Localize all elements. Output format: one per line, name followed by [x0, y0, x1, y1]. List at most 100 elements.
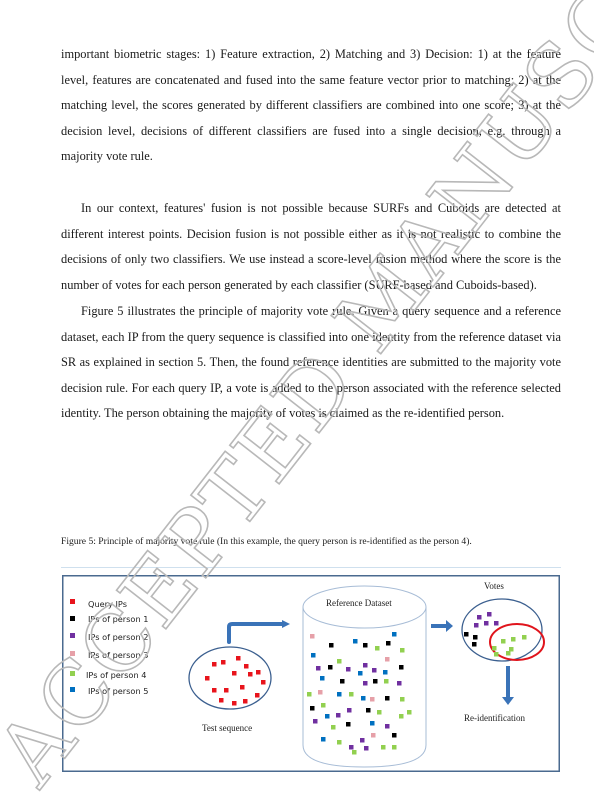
reference-ip-point: [373, 679, 378, 684]
vote-ip-point: [472, 642, 477, 647]
reference-ip-point: [349, 745, 354, 750]
reference-ip-point: [311, 653, 316, 658]
query-ip-point: [240, 685, 245, 690]
reference-ip-point: [370, 721, 375, 726]
reference-ip-point: [384, 679, 389, 684]
query-ip-point: [255, 693, 260, 698]
figure-caption: Figure 5: Principle of majority vote rul…: [61, 536, 472, 547]
reference-ip-point: [337, 659, 342, 664]
test-sequence-label: Test sequence: [202, 723, 252, 733]
reference-ip-point: [337, 740, 342, 745]
figure-majority-vote: Query IPs IPs of person 1 IPs of person …: [62, 575, 560, 772]
reference-ip-point: [337, 692, 342, 697]
paragraph-majority-vote: Figure 5 illustrates the principle of ma…: [61, 304, 561, 421]
reference-ip-point: [399, 714, 404, 719]
query-ip-point: [244, 664, 249, 669]
reidentification-label: Re-identification: [464, 713, 525, 723]
legend-label-query: Query IPs: [88, 599, 127, 609]
reference-ip-point: [321, 703, 326, 708]
reference-ip-point: [307, 692, 312, 697]
query-ip-point: [232, 701, 237, 706]
paper-page: important biometric stages: 1) Feature e…: [0, 0, 594, 800]
reference-ip-point: [346, 667, 351, 672]
reference-ip-point: [352, 750, 357, 755]
reference-ip-point: [397, 681, 402, 686]
query-ip-point: [248, 672, 253, 677]
vote-ip-point: [522, 635, 527, 640]
query-ip-point: [219, 698, 224, 703]
legend-swatch-person-4: [70, 671, 75, 676]
reference-ip-point: [346, 722, 351, 727]
legend-swatch-person-2: [70, 633, 75, 638]
vote-ip-point: [494, 652, 499, 657]
query-ip-point: [212, 662, 217, 667]
reference-ip-point: [325, 714, 330, 719]
reference-ip-point: [353, 639, 358, 644]
reference-ip-point: [363, 663, 368, 668]
reference-ip-point: [349, 692, 354, 697]
vote-ip-point: [464, 632, 469, 637]
reference-ip-point: [340, 679, 345, 684]
reference-ip-point: [331, 725, 336, 730]
vote-ip-point: [501, 639, 506, 644]
legend-swatch-query: [70, 599, 75, 604]
reference-ip-point: [392, 632, 397, 637]
reference-ip-point: [360, 738, 365, 743]
reference-ip-point: [361, 696, 366, 701]
vote-ip-point: [494, 621, 499, 626]
reference-ip-point: [329, 643, 334, 648]
reference-ip-point: [363, 681, 368, 686]
reid-arrow-shaft: [506, 666, 510, 699]
vote-ip-point: [484, 621, 489, 626]
paragraph-fusion-levels: important biometric stages: 1) Feature e…: [61, 47, 561, 164]
query-ip-point: [261, 680, 266, 685]
reference-ip-point: [381, 745, 386, 750]
reference-ip-point: [313, 719, 318, 724]
figure-diagram: Query IPs IPs of person 1 IPs of person …: [62, 575, 560, 772]
reference-ip-point: [370, 697, 375, 702]
reference-ip-point: [364, 746, 369, 751]
reference-ip-point: [316, 666, 321, 671]
legend-swatch-person-5: [70, 687, 75, 692]
votes-arrow-shaft: [431, 624, 447, 628]
vote-ip-point: [473, 635, 478, 640]
reference-cylinder-body: [302, 607, 427, 768]
reference-ip-point: [320, 676, 325, 681]
reference-ip-point: [377, 710, 382, 715]
legend-label-person-1: IPs of person 1: [88, 614, 148, 624]
query-ip-point: [205, 676, 210, 681]
vote-ip-point: [492, 646, 497, 651]
legend-label-person-3: IPs of person 3: [88, 650, 148, 660]
vote-ip-point: [487, 612, 492, 617]
reference-ip-point: [385, 657, 390, 662]
legend-label-person-2: IPs of person 2: [88, 632, 148, 642]
reference-ip-point: [407, 710, 412, 715]
query-ip-point: [221, 660, 226, 665]
query-ip-point: [256, 670, 261, 675]
reference-ip-point: [385, 724, 390, 729]
reference-ip-point: [371, 733, 376, 738]
reference-dataset-label: Reference Dataset: [326, 598, 392, 608]
reference-ip-point: [375, 646, 380, 651]
reference-ip-point: [392, 733, 397, 738]
vote-ip-point: [506, 651, 511, 656]
reference-ip-point: [386, 641, 391, 646]
reference-ip-point: [363, 643, 368, 648]
legend-label-person-5: IPs of person 5: [88, 686, 148, 696]
query-ip-point: [212, 688, 217, 693]
vote-ip-point: [477, 615, 482, 620]
reference-ip-point: [399, 665, 404, 670]
reference-ip-point: [366, 708, 371, 713]
query-ip-point: [236, 656, 241, 661]
votes-ellipse: [461, 598, 543, 662]
reference-ip-point: [336, 713, 341, 718]
reference-ip-point: [385, 696, 390, 701]
query-ip-point: [232, 671, 237, 676]
reference-ip-point: [400, 648, 405, 653]
votes-label: Votes: [484, 581, 504, 591]
reference-ip-point: [372, 668, 377, 673]
vote-ip-point: [511, 637, 516, 642]
legend-swatch-person-1: [70, 616, 75, 621]
query-ip-point: [243, 699, 248, 704]
vote-ip-point: [474, 623, 479, 628]
